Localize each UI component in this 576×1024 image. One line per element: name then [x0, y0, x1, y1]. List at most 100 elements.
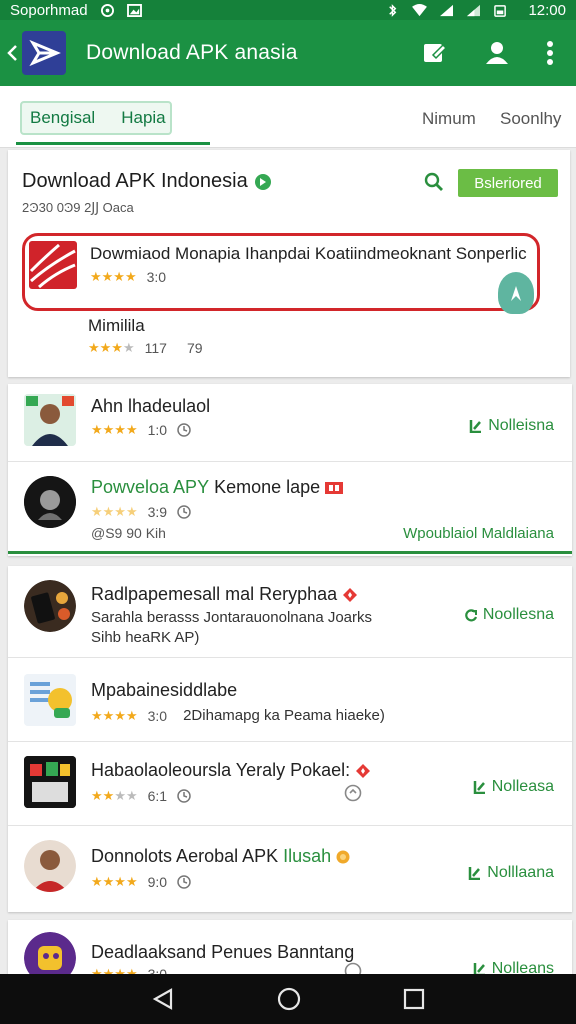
- tab-soonlhy[interactable]: Soonlhy: [500, 109, 561, 129]
- item-description: Sarahla berasss Jontarauonolnana Joarks: [91, 609, 373, 626]
- back-arrow-icon: [7, 45, 17, 61]
- download-icon: [469, 420, 482, 433]
- featured-heading: Download APK Indonesia: [22, 170, 248, 192]
- cursor-icon: [511, 286, 521, 301]
- rating-stars: ★★★★: [91, 966, 138, 974]
- featured-action-button[interactable]: Bsleriored: [458, 169, 558, 197]
- rating-stars: ★★★★: [91, 504, 138, 519]
- app-thumb: [24, 674, 76, 726]
- item-rating: 6:1: [147, 788, 168, 804]
- tab-indicator: [16, 142, 210, 145]
- rating-stars: ★★★★: [90, 269, 137, 284]
- signal2-icon: [467, 4, 481, 16]
- featured-item2-rating: 117: [144, 340, 167, 356]
- install-button[interactable]: Nolllaana: [468, 864, 554, 882]
- list-item[interactable]: Donnolots Aerobal APK Ilusah ★★★★ 9:0 No…: [8, 826, 572, 912]
- image-icon: [126, 3, 142, 17]
- list-item[interactable]: Powveloa APY Kemone lape ★★★★ 3:9 @S9 90…: [8, 462, 572, 554]
- rating-stars: ★★★★: [91, 788, 138, 803]
- list-item[interactable]: Ahn lhadeulaol ★★★★ 1:0 Nolleisna: [8, 384, 572, 462]
- back-button[interactable]: [2, 43, 22, 63]
- featured-action-label: Bsleriored: [474, 174, 542, 192]
- badge-icon: [356, 763, 371, 778]
- rating-stars: ★★★★: [91, 707, 138, 723]
- item-rating: 3:9: [147, 504, 168, 520]
- featured-item2-count: 79: [186, 340, 203, 356]
- list-card-1: Ahn lhadeulaol ★★★★ 1:0 Nolleisna Powvel…: [8, 384, 572, 556]
- tab-nimum[interactable]: Nimum: [422, 109, 476, 129]
- app-title: Download APK anasia: [86, 41, 298, 64]
- item-title: Habaolaoleoursla Yeraly Pokael:: [91, 760, 351, 780]
- highlighted-title: Dowmiaod Monapia Ihanpdai Koatiindmeokna…: [90, 244, 527, 263]
- tab-group-active: Bengisal Hapia: [20, 101, 172, 135]
- install-button[interactable]: Noollesna: [464, 606, 554, 624]
- clock-time: 12:00: [528, 1, 566, 19]
- item-title: Donnolots Aerobal APK: [91, 846, 279, 866]
- clock-icon: [177, 875, 191, 889]
- download-icon: [473, 963, 485, 974]
- list-card-3: Deadlaaksand Penues Banntang ★★★★ 3:0 No…: [8, 920, 572, 974]
- install-label: Nolleans: [491, 960, 554, 974]
- install-label: Noollesna: [482, 606, 554, 623]
- install-label: Nolllaana: [487, 864, 554, 881]
- recents-nav-icon[interactable]: [403, 988, 425, 1010]
- link-icon: [100, 3, 114, 17]
- install-label: Nolleisna: [488, 417, 554, 434]
- system-nav-bar: [0, 974, 576, 1024]
- item-title-highlight: Powveloa APY: [91, 477, 210, 497]
- featured-subheading: 2Ͽ30 0Ͽ9 2ͿͿ Oaca: [22, 200, 134, 215]
- item-title-highlight: Ilusah: [283, 846, 332, 866]
- item-rating: 3:0: [147, 707, 168, 724]
- featured-item2-name: Mimilila: [88, 316, 145, 335]
- app-thumb: [24, 580, 76, 632]
- back-nav-icon[interactable]: [151, 987, 175, 1011]
- rating-stars: ★★★★: [91, 874, 138, 889]
- download-icon: [473, 781, 485, 794]
- flag-icon: [325, 481, 344, 494]
- clock-icon: [177, 789, 191, 803]
- list-item[interactable]: Deadlaaksand Penues Banntang ★★★★ 3:0 No…: [8, 920, 572, 974]
- list-item[interactable]: Habaolaoleoursla Yeraly Pokael: ★★★★ 6:1…: [8, 742, 572, 826]
- verified-icon: [254, 173, 271, 190]
- signal-icon: [440, 4, 454, 16]
- account-icon[interactable]: [484, 40, 510, 66]
- coin-icon: [336, 850, 350, 863]
- app-logo: [22, 31, 66, 75]
- install-button[interactable]: Nolleans: [473, 960, 554, 974]
- battery-icon: [494, 4, 507, 17]
- list-card-2: Radlpapemesall mal Reryphaa Sarahla bera…: [8, 566, 572, 912]
- app-thumb: [24, 756, 76, 808]
- more-vert-icon[interactable]: [546, 40, 554, 66]
- tab-hapia[interactable]: Hapia: [121, 108, 165, 128]
- sync-icon[interactable]: [344, 784, 362, 802]
- rating-stars: ★★★★: [91, 422, 138, 437]
- item-rating: 3:0: [147, 966, 168, 974]
- search-icon[interactable]: [424, 172, 444, 192]
- home-nav-icon[interactable]: [277, 987, 301, 1011]
- item-title: Kemone lape: [214, 477, 321, 497]
- wifi-icon: [412, 3, 428, 16]
- item-extra: 2Dihamapg ka Peama hiaeke): [183, 707, 385, 724]
- highlighted-rating: 3:0: [146, 269, 167, 285]
- status-text: Soporhmad: [10, 1, 88, 19]
- tab-bengisal[interactable]: Bengisal: [30, 108, 95, 128]
- download-icon: [469, 867, 481, 880]
- list-item[interactable]: Mpabainesiddlabe ★★★★ 3:0 2Dihamapg ka P…: [8, 658, 572, 742]
- edit-icon[interactable]: [422, 40, 448, 66]
- highlighted-item[interactable]: Dowmiaod Monapia Ihanpdai Koatiindmeokna…: [22, 233, 540, 314]
- sync-icon[interactable]: [344, 962, 362, 974]
- tab-bar: Bengisal Hapia Nimum Soonlhy: [0, 86, 576, 148]
- clock-icon: [177, 505, 191, 519]
- item-title: Deadlaaksand Penues Banntang: [91, 942, 355, 962]
- list-item[interactable]: Radlpapemesall mal Reryphaa Sarahla bera…: [8, 566, 572, 658]
- app-thumb: [24, 840, 76, 892]
- featured-card: Download APK Indonesia 2Ͽ30 0Ͽ9 2ͿͿ Oaca…: [8, 150, 570, 377]
- install-button[interactable]: Nolleisna: [469, 417, 554, 435]
- app-bar: Download APK anasia: [0, 20, 576, 86]
- cursor-badge[interactable]: [498, 272, 534, 314]
- rating-stars: ★★★★: [88, 340, 135, 355]
- bluetooth-icon: [389, 3, 397, 17]
- update-link[interactable]: Wpoublaiol Maldlaiana: [403, 525, 554, 542]
- install-button[interactable]: Nolleasa: [473, 778, 554, 796]
- app-thumb: [24, 394, 76, 446]
